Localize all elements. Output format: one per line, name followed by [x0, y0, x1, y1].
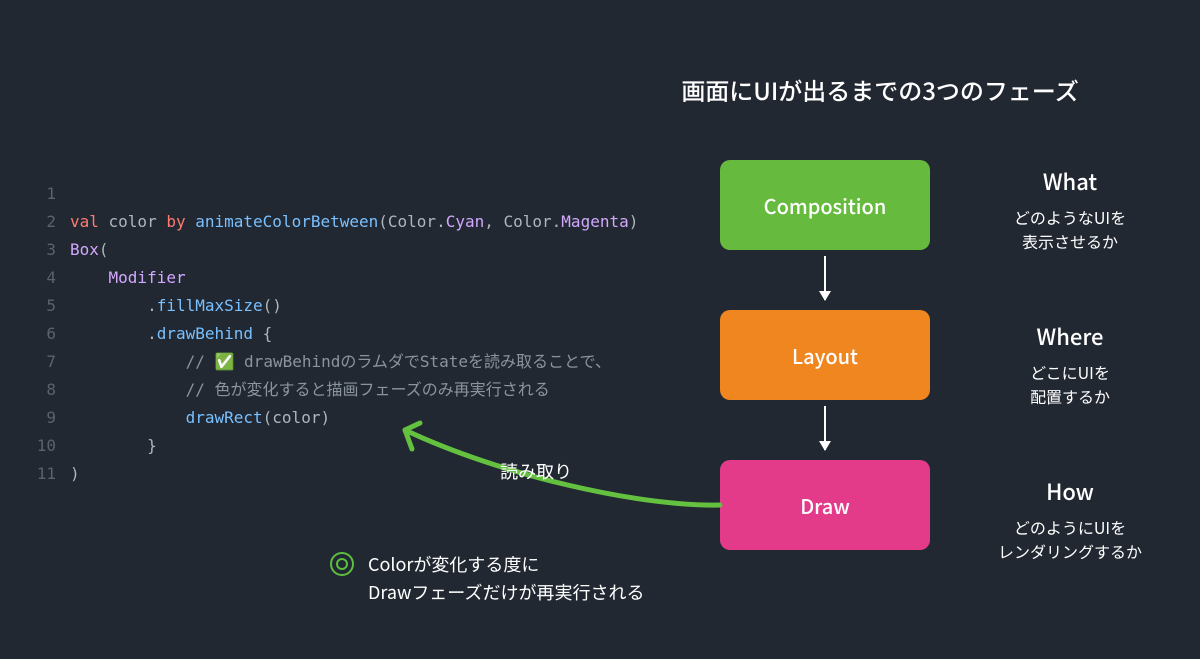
code-content: // ✅ drawBehindのラムダでStateを読み取ることで、: [70, 348, 611, 376]
line-number: 9: [28, 404, 70, 432]
code-line: 8 // 色が変化すると描画フェーズのみ再実行される: [28, 376, 688, 404]
phase-box-layout: Layout: [720, 310, 930, 400]
code-content: .fillMaxSize(): [70, 292, 282, 320]
arrow-composition-to-layout: [824, 256, 826, 300]
code-line: 2val color by animateColorBetween(Color.…: [28, 208, 688, 236]
code-content: val color by animateColorBetween(Color.C…: [70, 208, 638, 236]
bullseye-icon: [330, 552, 354, 576]
phase-box-draw: Draw: [720, 460, 930, 550]
note-line: Drawフェーズだけが再実行される: [368, 578, 645, 606]
code-line: 1: [28, 180, 688, 208]
slide-title: 画面にUIが出るまでの3つのフェーズ: [610, 72, 1150, 107]
line-number: 2: [28, 208, 70, 236]
code-content: Box(: [70, 236, 109, 264]
phase-desc-where: Where どこにUIを 配置するか: [960, 320, 1180, 408]
note: Colorが変化する度に Drawフェーズだけが再実行される: [330, 550, 645, 606]
phase-desc-what: What どのようなUIを 表示させるか: [960, 165, 1180, 253]
phase-desc-line: レンダリングするか: [960, 539, 1180, 563]
code-block: 12val color by animateColorBetween(Color…: [28, 180, 688, 488]
read-arrow-label: 読み取り: [500, 458, 572, 484]
phase-desc-heading: How: [960, 475, 1180, 507]
code-line: 6 .drawBehind {: [28, 320, 688, 348]
line-number: 1: [28, 180, 70, 208]
code-line: 4 Modifier: [28, 264, 688, 292]
phase-desc-line: どのようなUIを: [960, 205, 1180, 229]
phase-desc-line: 配置するか: [960, 384, 1180, 408]
code-content: ): [70, 460, 80, 488]
code-line: 11): [28, 460, 688, 488]
phase-desc-heading: What: [960, 165, 1180, 197]
code-line: 5 .fillMaxSize(): [28, 292, 688, 320]
line-number: 7: [28, 348, 70, 376]
code-line: 3Box(: [28, 236, 688, 264]
code-line: 9 drawRect(color): [28, 404, 688, 432]
line-number: 4: [28, 264, 70, 292]
code-content: }: [70, 432, 157, 460]
phase-desc-line: どこにUIを: [960, 360, 1180, 384]
line-number: 8: [28, 376, 70, 404]
code-content: .drawBehind {: [70, 320, 272, 348]
phase-desc-heading: Where: [960, 320, 1180, 352]
line-number: 5: [28, 292, 70, 320]
code-line: 10 }: [28, 432, 688, 460]
phase-desc-line: 表示させるか: [960, 229, 1180, 253]
arrow-layout-to-draw: [824, 406, 826, 450]
line-number: 3: [28, 236, 70, 264]
line-number: 6: [28, 320, 70, 348]
phase-box-composition: Composition: [720, 160, 930, 250]
line-number: 10: [28, 432, 70, 460]
code-content: drawRect(color): [70, 404, 330, 432]
code-content: Modifier: [70, 264, 186, 292]
note-line: Colorが変化する度に: [368, 550, 645, 578]
code-content: // 色が変化すると描画フェーズのみ再実行される: [70, 376, 550, 404]
phase-desc-how: How どのようにUIを レンダリングするか: [960, 475, 1180, 563]
phase-desc-line: どのようにUIを: [960, 515, 1180, 539]
code-line: 7 // ✅ drawBehindのラムダでStateを読み取ることで、: [28, 348, 688, 376]
line-number: 11: [28, 460, 70, 488]
